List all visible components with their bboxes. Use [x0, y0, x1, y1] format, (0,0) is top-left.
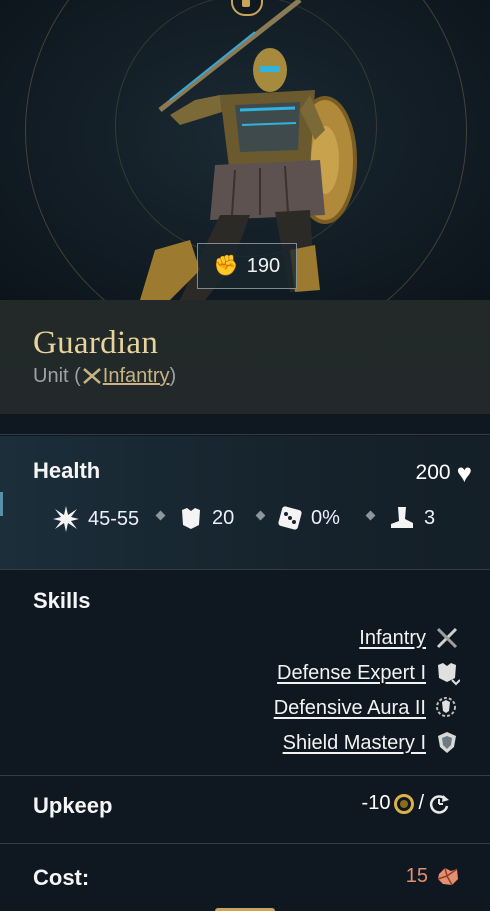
divider [0, 434, 490, 435]
armor-icon [182, 508, 200, 529]
stat-chance: 0% [277, 505, 340, 531]
cost-number: 15 [405, 864, 428, 887]
upkeep-separator: / [418, 792, 424, 814]
aura-icon [436, 697, 456, 717]
divider [0, 569, 490, 570]
stat-chance-value: 0% [311, 506, 340, 529]
divider [0, 843, 490, 844]
unit-type-prefix: Unit ( [33, 365, 81, 387]
divider [0, 775, 490, 776]
boot-icon [391, 507, 413, 528]
stat-movement: 3 [388, 505, 435, 531]
skill-shield-mastery[interactable]: Shield Mastery I [283, 730, 460, 756]
skill-label[interactable]: Infantry [359, 627, 426, 650]
cost-label: Cost: [33, 865, 90, 890]
cost-value: 15 [406, 864, 460, 888]
skill-infantry[interactable]: Infantry [359, 625, 460, 651]
crossed-swords-icon [436, 627, 458, 649]
unit-type-link[interactable]: Infantry [103, 365, 170, 387]
skill-label[interactable]: Defense Expert I [277, 662, 426, 685]
fist-icon: ✊ [213, 255, 239, 277]
stat-movement-value: 3 [424, 506, 436, 529]
dice-icon [278, 506, 302, 530]
upkeep-number: -10 [361, 792, 391, 814]
turn-icon [429, 794, 449, 814]
skill-label[interactable]: Defensive Aura II [274, 697, 426, 720]
health-section [0, 436, 490, 569]
unit-type-suffix: ) [169, 365, 177, 387]
upkeep-label: Upkeep [33, 793, 113, 818]
upkeep-value: -10 / [362, 792, 450, 815]
unit-card: ✊ 190 Guardian Unit ( Infantry) Health 20… [0, 0, 490, 911]
unit-type: Unit ( Infantry) [33, 365, 176, 388]
stat-damage-value: 45-55 [88, 507, 140, 530]
unit-name: Guardian [33, 325, 159, 361]
skill-defense-expert[interactable]: Defense Expert I [277, 660, 460, 686]
health-number: 200 [415, 461, 451, 484]
health-label: Health [33, 458, 101, 483]
armor-upgrade-icon [438, 663, 460, 686]
skill-defensive-aura[interactable]: Defensive Aura II [274, 695, 460, 721]
health-value: 200 ♥ [416, 460, 472, 486]
stat-armor: 20 [178, 505, 234, 531]
stat-damage: 45-55 [52, 505, 139, 533]
power-value: 190 [246, 254, 281, 277]
burst-icon [53, 506, 79, 532]
unit-portrait: ✊ 190 [0, 0, 490, 300]
skill-label[interactable]: Shield Mastery I [283, 732, 426, 755]
skills-label: Skills [33, 588, 91, 613]
shield-icon [438, 732, 456, 753]
ore-icon [437, 867, 458, 886]
stat-armor-value: 20 [212, 506, 235, 529]
gold-icon [394, 793, 415, 814]
heart-icon: ♥ [456, 458, 472, 488]
power-badge: ✊ 190 [197, 243, 297, 289]
crossed-swords-icon [82, 368, 101, 384]
